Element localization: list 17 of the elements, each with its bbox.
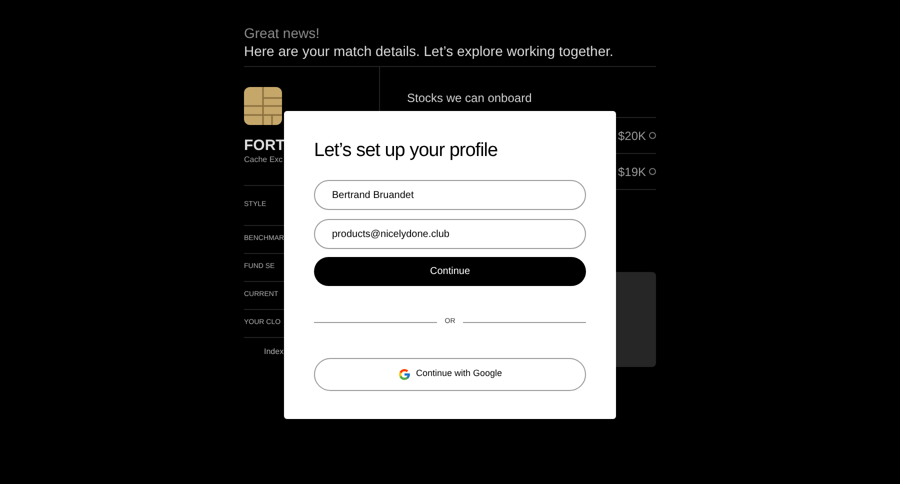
stock-amount: $19K (618, 164, 646, 180)
continue-button[interactable]: Continue (314, 257, 586, 286)
fund-subtitle: Cache Exc (244, 155, 283, 165)
dialog-title: Let’s set up your profile (314, 139, 498, 163)
detail-value: Index (264, 346, 284, 358)
google-icon (398, 368, 411, 380)
stock-amount: $20K (618, 128, 646, 144)
info-icon (649, 132, 656, 139)
name-field[interactable]: Bertrand Bruandet (314, 180, 586, 210)
stocks-title: Stocks we can onboard (407, 91, 532, 105)
chip-icon (244, 87, 282, 125)
email-field[interactable]: products@nicelydone.club (314, 219, 586, 249)
fund-name: FORT (244, 137, 285, 155)
google-button[interactable]: Continue with Google (314, 358, 586, 390)
info-icon (649, 168, 656, 175)
headline: Here are your match details. Let’s explore working together. (244, 42, 614, 60)
greeting: Great news! (244, 24, 320, 42)
